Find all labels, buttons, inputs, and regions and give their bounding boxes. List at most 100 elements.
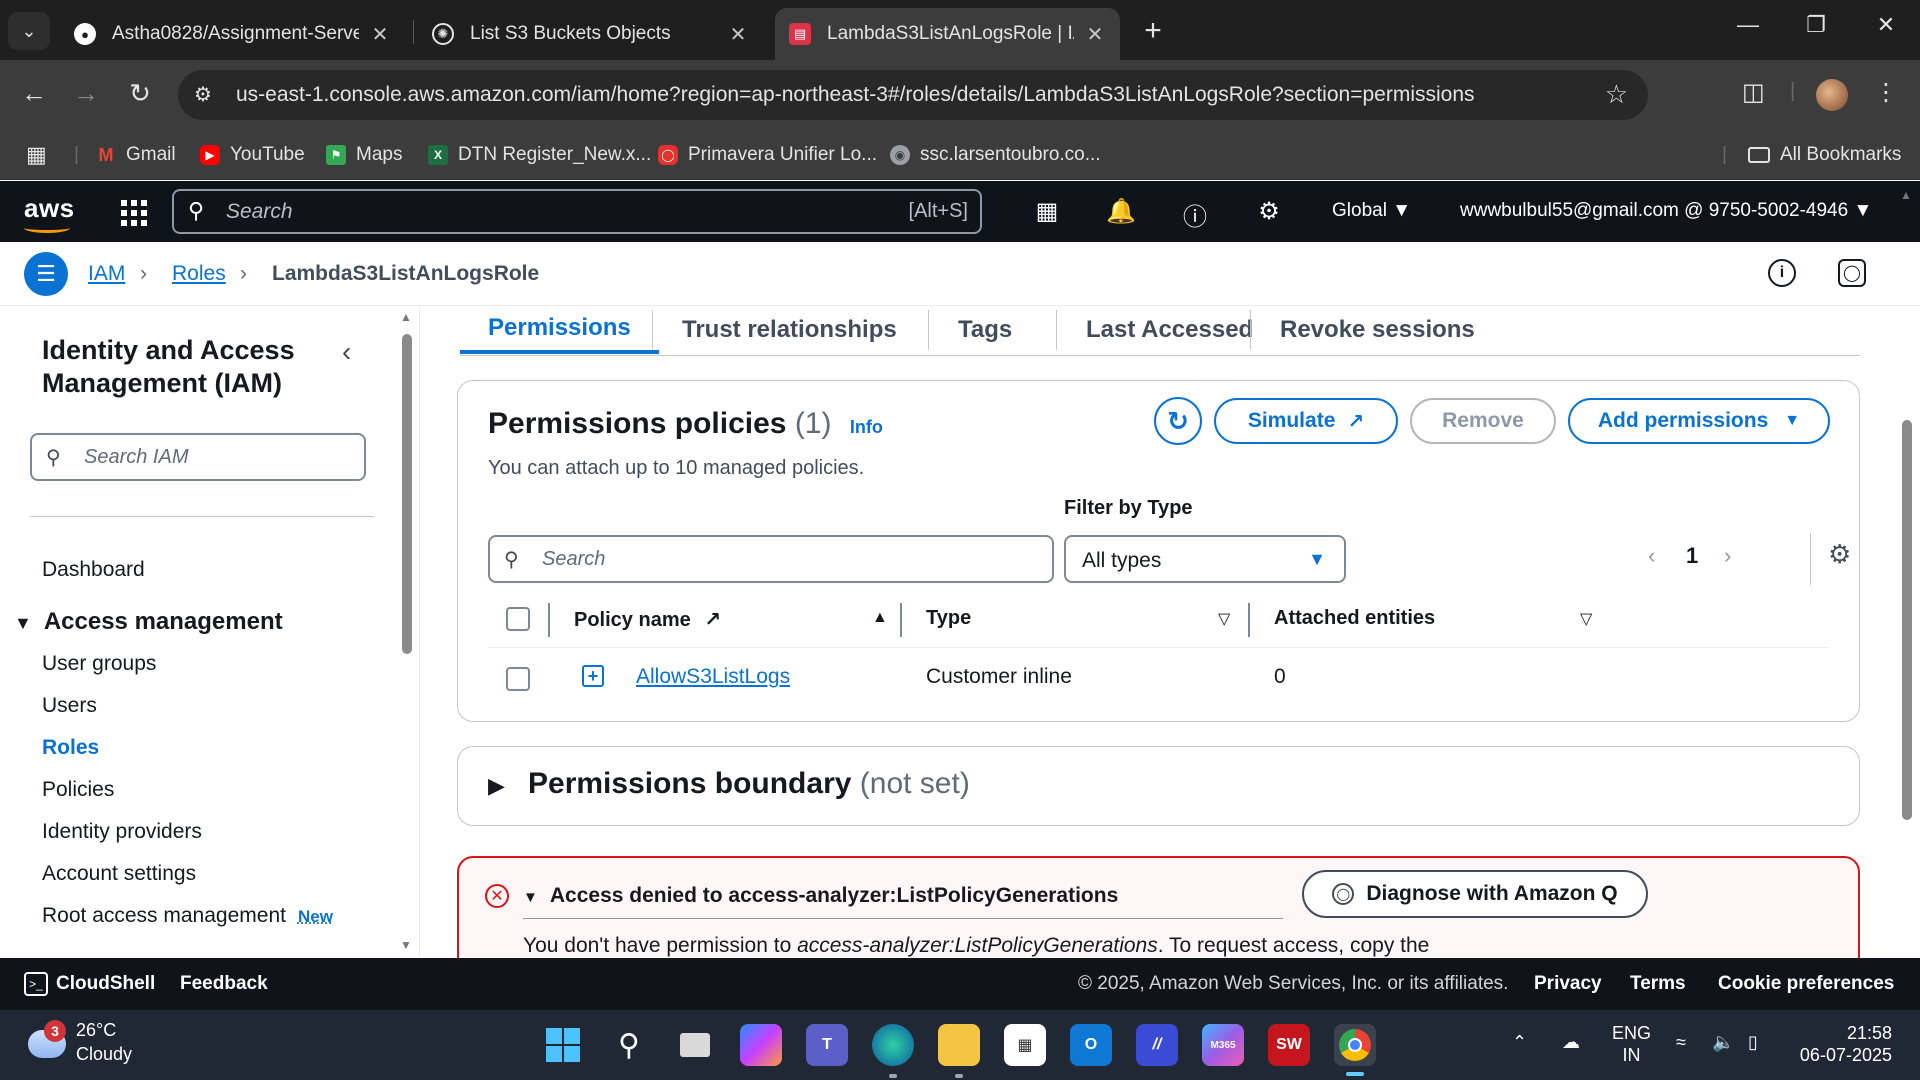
solidworks-icon[interactable]: SW <box>1268 1024 1310 1066</box>
all-bookmarks[interactable]: All Bookmarks <box>1748 140 1901 170</box>
extensions-icon[interactable]: ◫ <box>1742 78 1765 107</box>
back-icon[interactable]: ← <box>14 78 54 109</box>
site-info-icon[interactable]: ⚙ <box>194 82 212 107</box>
forward-icon[interactable]: → <box>66 78 106 109</box>
edge-icon[interactable] <box>872 1024 914 1066</box>
policy-search-input[interactable] <box>542 545 1022 573</box>
taskbar-search-icon[interactable]: ⚲ <box>608 1024 650 1066</box>
browser-tab-chatgpt[interactable]: ✺ List S3 Buckets Objects ✕ <box>418 8 763 60</box>
chrome-icon[interactable] <box>1334 1024 1376 1066</box>
apps-grid-icon[interactable]: ▦ <box>26 140 47 170</box>
notifications-bell-icon[interactable]: 🔔 <box>1104 197 1138 226</box>
file-explorer-icon[interactable] <box>938 1024 980 1066</box>
volume-icon[interactable]: 🔈 <box>1712 1032 1734 1053</box>
row-checkbox[interactable] <box>506 667 530 691</box>
task-view-icon[interactable] <box>674 1024 716 1066</box>
show-hidden-icons-chevron-icon[interactable]: ⌃ <box>1512 1032 1527 1053</box>
simulate-button[interactable]: Simulate ↗ <box>1214 398 1398 444</box>
tab-permissions[interactable]: Permissions <box>460 306 659 354</box>
minimize-icon[interactable]: — <box>1728 12 1768 38</box>
next-page-icon[interactable]: › <box>1724 543 1731 569</box>
battery-icon[interactable]: ▯ <box>1748 1032 1758 1053</box>
terms-link[interactable]: Terms <box>1630 973 1686 995</box>
refresh-button[interactable]: ↻ <box>1154 397 1202 445</box>
clock[interactable]: 21:58 06-07-2025 <box>1796 1022 1892 1066</box>
cloudshell-link[interactable]: CloudShell <box>56 973 155 995</box>
more-menu-icon[interactable]: ⋮ <box>1874 78 1898 107</box>
sidebar-item-users[interactable]: Users <box>42 694 97 718</box>
restore-icon[interactable]: ❐ <box>1796 12 1836 38</box>
sidebar-item-roles[interactable]: Roles <box>42 736 99 760</box>
cookie-preferences-link[interactable]: Cookie preferences <box>1718 973 1894 995</box>
microsoft-store-icon[interactable]: ▦ <box>1004 1024 1046 1066</box>
aws-search-box[interactable]: ⚲ [Alt+S] <box>172 189 982 234</box>
wifi-icon[interactable]: ≈ <box>1676 1032 1686 1053</box>
sidebar-item-policies[interactable]: Policies <box>42 778 114 802</box>
type-filter-select[interactable]: All types ▼ <box>1064 535 1346 583</box>
column-header-policy-name[interactable]: Policy name ↗ <box>574 607 721 632</box>
language-indicator[interactable]: ENG IN <box>1612 1022 1651 1066</box>
copilot-icon[interactable] <box>740 1024 782 1066</box>
sidebar-item-root-access-management[interactable]: Root access management New <box>42 904 333 928</box>
browser-tab-github[interactable]: ● Astha0828/Assignment-Serverle ✕ <box>60 8 405 60</box>
new-tab-icon[interactable]: + <box>1136 14 1170 48</box>
sort-ascending-icon[interactable]: ▲ <box>872 609 888 627</box>
reload-icon[interactable]: ↻ <box>120 78 160 109</box>
sidebar-item-user-groups[interactable]: User groups <box>42 652 156 676</box>
sidebar-item-dashboard[interactable]: Dashboard <box>42 558 145 582</box>
tab-search-button[interactable]: ⌄ <box>8 12 50 50</box>
alert-title[interactable]: ▼ Access denied to access-analyzer:ListPo… <box>523 884 1118 908</box>
help-icon[interactable]: ⓘ <box>1178 197 1212 232</box>
m365-icon[interactable]: M365 <box>1202 1024 1244 1066</box>
scroll-up-icon[interactable]: ▲ <box>1900 188 1912 202</box>
tab-last-accessed[interactable]: Last Accessed <box>1058 306 1281 354</box>
sidebar-scrollbar[interactable] <box>402 334 412 654</box>
browser-tab-iam[interactable]: ▤ LambdaS3ListAnLogsRole | IAM ✕ <box>775 8 1120 60</box>
policy-search-box[interactable]: ⚲ <box>488 535 1054 583</box>
services-grid-icon[interactable] <box>121 200 147 226</box>
bookmark-gmail[interactable]: M Gmail <box>96 140 176 170</box>
expand-row-icon[interactable]: + <box>582 665 604 687</box>
current-page-number[interactable]: 1 <box>1686 543 1698 569</box>
profile-avatar[interactable] <box>1816 79 1848 111</box>
onedrive-cloud-icon[interactable]: ☁ <box>1562 1032 1580 1053</box>
address-bar[interactable]: ⚙ us-east-1.console.aws.amazon.com/iam/h… <box>178 70 1648 120</box>
close-icon[interactable]: ✕ <box>727 22 749 47</box>
outlook-icon[interactable]: O <box>1070 1024 1112 1066</box>
scroll-up-icon[interactable]: ▲ <box>400 310 412 324</box>
table-preferences-gear-icon[interactable]: ⚙ <box>1828 539 1851 570</box>
account-menu[interactable]: wwwbulbul55@gmail.com @ 9750-5002-4946 ▼ <box>1460 200 1872 222</box>
permissions-boundary-card[interactable]: ▶ Permissions boundary (not set) <box>457 746 1860 826</box>
bookmark-ssc[interactable]: ◉ ssc.larsentoubro.co... <box>890 140 1101 170</box>
page-scrollbar[interactable] <box>1902 420 1912 820</box>
side-nav-toggle-button[interactable]: ☰ <box>24 252 68 296</box>
autodesk-icon[interactable]: // <box>1136 1024 1178 1066</box>
bookmark-dtn-register[interactable]: X DTN Register_New.x... <box>428 140 651 170</box>
cloudshell-icon[interactable]: ▦ <box>1030 197 1064 226</box>
remove-button[interactable]: Remove <box>1410 398 1556 444</box>
teams-icon[interactable]: T <box>806 1024 848 1066</box>
sidebar-item-account-settings[interactable]: Account settings <box>42 862 196 886</box>
column-header-type[interactable]: Type <box>926 607 971 630</box>
sort-icon[interactable]: ▽ <box>1218 609 1230 629</box>
windows-start-icon[interactable] <box>542 1024 584 1066</box>
scroll-down-icon[interactable]: ▼ <box>400 938 412 952</box>
aws-search-input[interactable] <box>226 197 826 227</box>
url-text[interactable]: us-east-1.console.aws.amazon.com/iam/hom… <box>236 83 1475 107</box>
column-header-attached-entities[interactable]: Attached entities <box>1274 607 1435 630</box>
close-icon[interactable]: ✕ <box>369 22 391 47</box>
bookmark-primavera[interactable]: ◯ Primavera Unifier Lo... <box>658 140 877 170</box>
window-close-icon[interactable]: ✕ <box>1866 12 1906 38</box>
sort-icon[interactable]: ▽ <box>1580 609 1592 629</box>
settings-gear-icon[interactable]: ⚙ <box>1252 197 1286 226</box>
sidebar-section-access-management[interactable]: ▼ Access management <box>14 608 283 636</box>
info-link[interactable]: Info <box>850 417 883 437</box>
breadcrumb-iam[interactable]: IAM <box>88 262 125 286</box>
close-icon[interactable]: ✕ <box>1084 22 1106 47</box>
bookmark-maps[interactable]: ⚑ Maps <box>326 140 402 170</box>
iam-search-box[interactable]: ⚲ <box>30 433 366 481</box>
previous-page-icon[interactable]: ‹ <box>1648 543 1655 569</box>
privacy-link[interactable]: Privacy <box>1534 973 1602 995</box>
feedback-link[interactable]: Feedback <box>180 973 268 995</box>
diagnose-with-amazon-q-button[interactable]: ◯ Diagnose with Amazon Q <box>1302 870 1648 918</box>
